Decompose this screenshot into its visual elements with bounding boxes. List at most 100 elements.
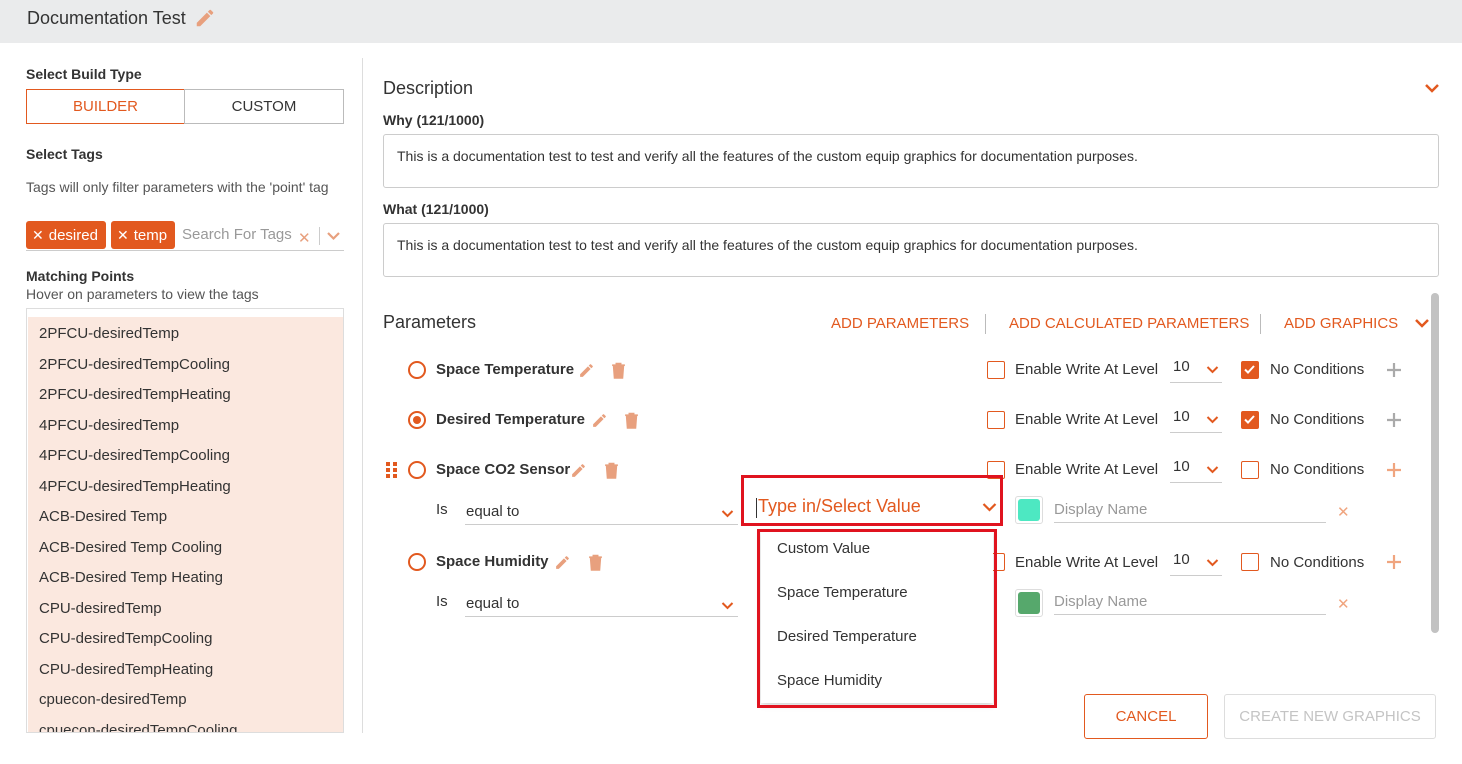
is-label: Is: [436, 593, 448, 610]
tag-chip-desired[interactable]: ✕ desired: [26, 221, 106, 249]
parameter-name: Space Temperature: [436, 361, 575, 378]
remove-condition-icon[interactable]: ✕: [1337, 595, 1350, 613]
text-caret: [756, 498, 757, 518]
level-value: 10: [1173, 408, 1190, 425]
enable-write-label: Enable Write At Level: [1015, 361, 1159, 378]
parameter-radio[interactable]: [408, 461, 426, 479]
what-textarea[interactable]: This is a documentation test to test and…: [383, 223, 1439, 277]
parameter-radio[interactable]: [408, 553, 426, 571]
top-bar: [0, 0, 1462, 43]
edit-parameter-icon[interactable]: [570, 462, 587, 479]
parameter-radio[interactable]: [408, 411, 426, 429]
list-item[interactable]: cpuecon-desiredTemp: [39, 691, 187, 708]
page-title: Documentation Test: [27, 8, 186, 28]
remove-tag-icon[interactable]: ✕: [117, 227, 129, 244]
tag-chip-temp[interactable]: ✕ temp: [111, 221, 176, 249]
list-item[interactable]: ACB-Desired Temp: [39, 508, 167, 525]
why-textarea[interactable]: This is a documentation test to test and…: [383, 134, 1439, 188]
panel-divider: [362, 58, 363, 733]
no-conditions-label: No Conditions: [1270, 361, 1365, 378]
no-conditions-label: No Conditions: [1270, 461, 1365, 478]
operator-value: equal to: [466, 503, 520, 520]
color-swatch: [1018, 499, 1040, 521]
display-name-input[interactable]: Display Name: [1054, 589, 1326, 615]
display-name-placeholder: Display Name: [1054, 501, 1148, 518]
value-select-input[interactable]: Type in/Select Value: [756, 496, 998, 522]
tag-search-input[interactable]: Search For Tags: [182, 226, 292, 243]
list-item[interactable]: 4PFCU-desiredTempHeating: [39, 478, 231, 495]
enable-write-checkbox[interactable]: [987, 361, 1005, 379]
edit-parameter-icon[interactable]: [591, 412, 608, 429]
cancel-button[interactable]: CANCEL: [1084, 694, 1208, 739]
trash-icon[interactable]: [588, 554, 603, 571]
add-condition-icon[interactable]: [1385, 361, 1403, 379]
parameter-radio[interactable]: [408, 361, 426, 379]
tag-chip-label: temp: [133, 226, 168, 244]
what-label: What (121/1000): [383, 201, 489, 217]
matching-points-hint: Hover on parameters to view the tags: [26, 286, 259, 302]
list-item[interactable]: cpuecon-desiredTempCooling: [39, 722, 237, 732]
remove-tag-icon[interactable]: ✕: [32, 227, 44, 244]
value-placeholder: Type in/Select Value: [758, 496, 921, 516]
trash-icon[interactable]: [611, 362, 626, 379]
level-select[interactable]: 10: [1170, 357, 1222, 383]
link-separator: [1260, 314, 1261, 334]
parameters-title: Parameters: [383, 312, 477, 332]
edit-title-icon[interactable]: [194, 7, 216, 29]
add-calculated-parameters-link[interactable]: ADD CALCULATED PARAMETERS: [1009, 315, 1249, 332]
list-item[interactable]: 4PFCU-desiredTemp: [39, 417, 179, 434]
list-item[interactable]: ACB-Desired Temp Cooling: [39, 539, 222, 556]
create-new-graphics-button[interactable]: CREATE NEW GRAPHICS: [1224, 694, 1436, 739]
list-item[interactable]: 2PFCU-desiredTemp: [39, 325, 179, 342]
drag-handle-icon[interactable]: [386, 462, 398, 478]
enable-write-checkbox[interactable]: [987, 411, 1005, 429]
collapse-description-icon[interactable]: [1424, 82, 1440, 94]
parameter-name: Space Humidity: [436, 553, 549, 570]
trash-icon[interactable]: [624, 412, 639, 429]
no-conditions-checkbox[interactable]: [1241, 361, 1259, 379]
add-condition-icon[interactable]: [1385, 461, 1403, 479]
list-item[interactable]: CPU-desiredTempHeating: [39, 661, 213, 678]
level-select[interactable]: 10: [1170, 457, 1222, 483]
tags-hint: Tags will only filter parameters with th…: [26, 179, 329, 195]
operator-select[interactable]: equal to: [465, 591, 738, 617]
color-picker[interactable]: [1015, 496, 1043, 524]
enable-write-label: Enable Write At Level: [1015, 554, 1159, 571]
dropdown-highlight: [757, 529, 997, 708]
collapse-parameters-icon[interactable]: [1414, 317, 1430, 329]
custom-button[interactable]: CUSTOM: [184, 89, 344, 124]
list-item[interactable]: ACB-Desired Temp Heating: [39, 569, 223, 586]
no-conditions-checkbox[interactable]: [1241, 461, 1259, 479]
no-conditions-checkbox[interactable]: [1241, 411, 1259, 429]
builder-button[interactable]: BUILDER: [26, 89, 185, 124]
level-select[interactable]: 10: [1170, 407, 1222, 433]
list-item[interactable]: CPU-desiredTempCooling: [39, 630, 212, 647]
level-value: 10: [1173, 551, 1190, 568]
parameters-scrollbar[interactable]: [1431, 293, 1439, 633]
matching-points-title: Matching Points: [26, 268, 135, 284]
edit-parameter-icon[interactable]: [578, 362, 595, 379]
list-item[interactable]: 4PFCU-desiredTempCooling: [39, 447, 230, 464]
remove-condition-icon[interactable]: ✕: [1337, 503, 1350, 521]
color-picker[interactable]: [1015, 589, 1043, 617]
list-item[interactable]: 2PFCU-desiredTempCooling: [39, 356, 230, 373]
chevron-down-icon[interactable]: [326, 230, 341, 242]
add-condition-icon[interactable]: [1385, 553, 1403, 571]
clear-tags-icon[interactable]: ✕: [298, 229, 311, 247]
level-select[interactable]: 10: [1170, 550, 1222, 576]
enable-write-label: Enable Write At Level: [1015, 461, 1159, 478]
trash-icon[interactable]: [604, 462, 619, 479]
add-condition-icon[interactable]: [1385, 411, 1403, 429]
list-item[interactable]: CPU-desiredTemp: [39, 600, 162, 617]
operator-value: equal to: [466, 595, 520, 612]
matching-points-list[interactable]: 2PFCU-desiredTemp 2PFCU-desiredTempCooli…: [26, 308, 344, 733]
add-parameters-link[interactable]: ADD PARAMETERS: [831, 315, 969, 332]
operator-select[interactable]: equal to: [465, 499, 738, 525]
no-conditions-checkbox[interactable]: [1241, 553, 1259, 571]
display-name-input[interactable]: Display Name: [1054, 497, 1326, 523]
list-item[interactable]: 2PFCU-desiredTempHeating: [39, 386, 231, 403]
select-tags-label: Select Tags: [26, 146, 103, 162]
edit-parameter-icon[interactable]: [554, 554, 571, 571]
tag-chip-label: desired: [48, 226, 98, 244]
add-graphics-link[interactable]: ADD GRAPHICS: [1284, 315, 1398, 332]
